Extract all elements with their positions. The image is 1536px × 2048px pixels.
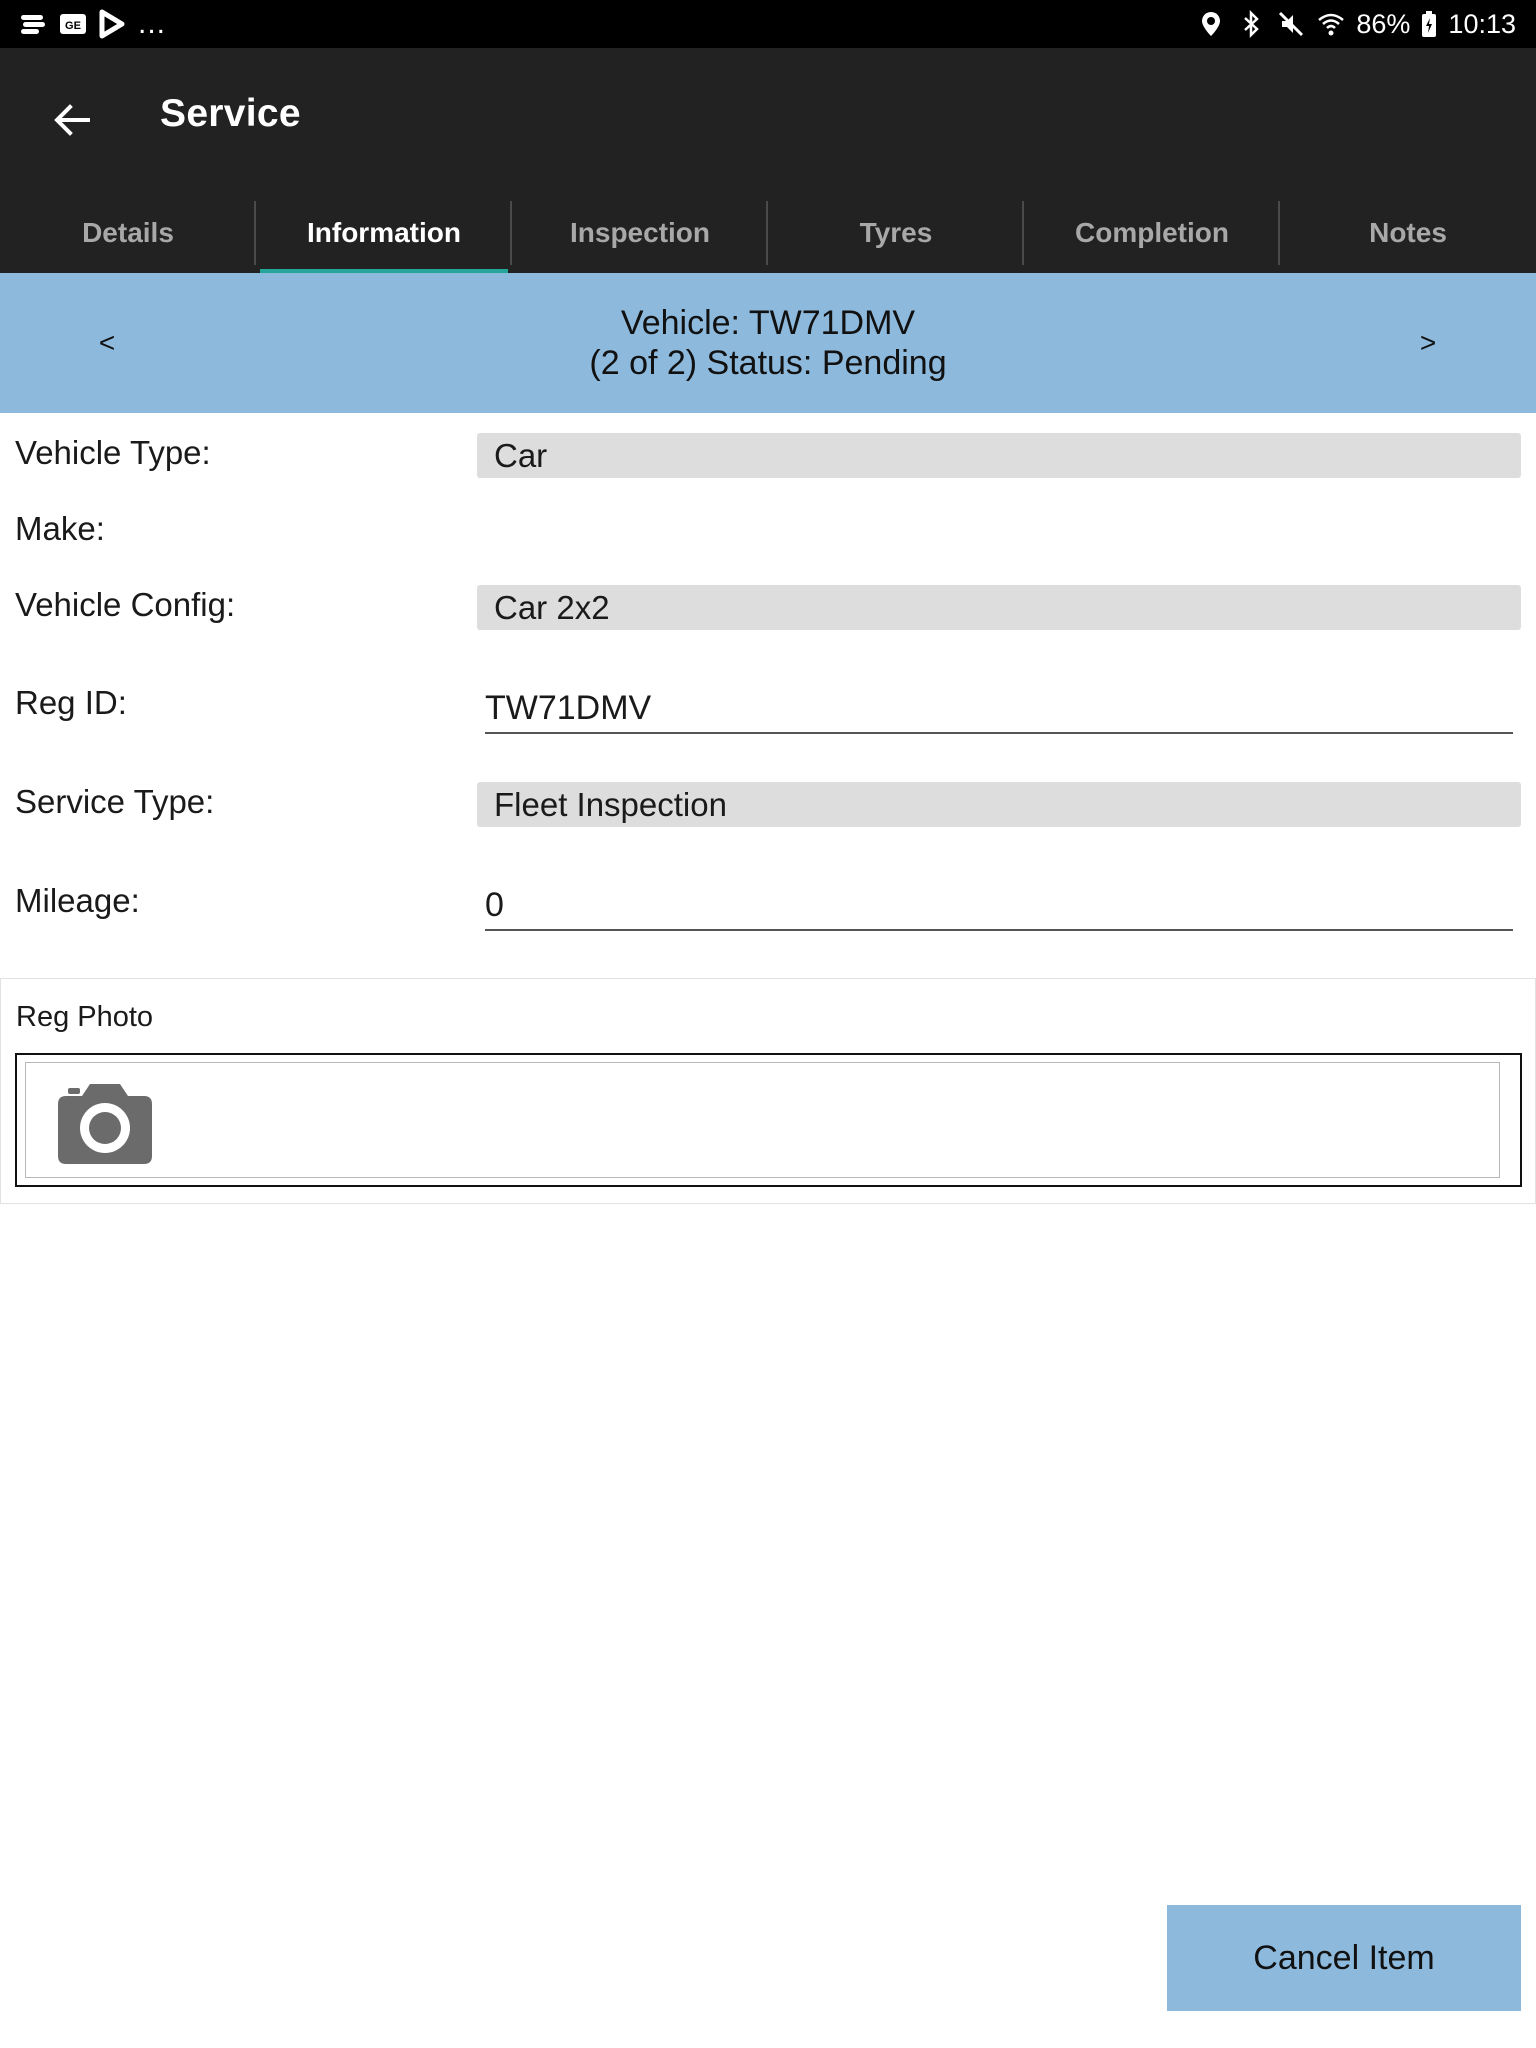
- status-notifications: GE ...: [18, 8, 166, 40]
- clock: 10:13: [1448, 8, 1516, 39]
- arrow-left-icon: [54, 104, 90, 136]
- tab-tyres[interactable]: Tyres: [768, 193, 1024, 273]
- vehicle-type-label: Vehicle Type:: [15, 434, 211, 471]
- page-title: Service: [160, 92, 301, 135]
- vehicle-navigator: < Vehicle: TW71DMV (2 of 2) Status: Pend…: [0, 273, 1536, 413]
- cancel-item-button[interactable]: Cancel Item: [1167, 1905, 1521, 2011]
- tab-label: Inspection: [569, 217, 710, 248]
- service-type-select[interactable]: Fleet Inspection: [477, 782, 1521, 827]
- vehicle-config-label: Vehicle Config:: [15, 586, 236, 623]
- mute-icon: [1276, 9, 1306, 39]
- camera-button[interactable]: [54, 1082, 156, 1166]
- camera-icon: [58, 1084, 152, 1164]
- reg-photo-frame: [15, 1053, 1522, 1187]
- tab-label: Completion: [1075, 217, 1229, 248]
- tab-label: Notes: [1369, 217, 1447, 248]
- mileage-input[interactable]: [485, 881, 1513, 931]
- status-system: 86% 10:13: [1196, 6, 1516, 42]
- tab-information[interactable]: Information: [256, 193, 512, 273]
- svg-text:GE: GE: [65, 20, 81, 32]
- tab-inspection[interactable]: Inspection: [512, 193, 768, 273]
- ge-app-icon: GE: [58, 9, 88, 39]
- vehicle-config-select[interactable]: Car 2x2: [477, 585, 1521, 630]
- reg-photo-label: Reg Photo: [16, 1001, 154, 1033]
- make-value: [477, 505, 1521, 550]
- app-bar: Service Details Information Inspection T…: [0, 48, 1536, 273]
- notification-icon: [18, 9, 48, 39]
- play-icon: [98, 9, 128, 39]
- tab-label: Tyres: [859, 217, 933, 248]
- previous-vehicle-button[interactable]: <: [77, 318, 137, 368]
- vehicle-summary: Vehicle: TW71DMV (2 of 2) Status: Pendin…: [300, 303, 1236, 383]
- tab-notes[interactable]: Notes: [1280, 193, 1536, 273]
- make-label: Make:: [15, 510, 105, 547]
- more-notifications: ...: [138, 7, 167, 40]
- tab-details[interactable]: Details: [0, 193, 256, 273]
- battery-charging-icon: [1420, 9, 1438, 39]
- status-bar: GE ... 86% 10:13: [0, 0, 1536, 48]
- reg-id-label: Reg ID:: [15, 684, 127, 721]
- reg-photo-area[interactable]: [25, 1062, 1500, 1178]
- battery-percent: 86%: [1356, 8, 1411, 39]
- mileage-label: Mileage:: [15, 882, 140, 919]
- reg-id-input[interactable]: [485, 684, 1513, 734]
- vehicle-status: (2 of 2) Status: Pending: [589, 344, 947, 382]
- vehicle-type-select[interactable]: Car: [477, 433, 1521, 478]
- bluetooth-icon: [1236, 9, 1266, 39]
- tab-label: Details: [82, 217, 174, 248]
- wifi-icon: [1316, 9, 1346, 39]
- tab-completion[interactable]: Completion: [1024, 193, 1280, 273]
- back-button[interactable]: [40, 88, 104, 152]
- tab-bar: Details Information Inspection Tyres Com…: [0, 193, 1536, 273]
- service-type-label: Service Type:: [15, 783, 215, 820]
- tab-label: Information: [307, 217, 461, 248]
- location-icon: [1196, 9, 1226, 39]
- reg-photo-section: Reg Photo: [0, 978, 1536, 1204]
- next-vehicle-button[interactable]: >: [1398, 318, 1458, 368]
- vehicle-title: Vehicle: TW71DMV: [620, 304, 916, 342]
